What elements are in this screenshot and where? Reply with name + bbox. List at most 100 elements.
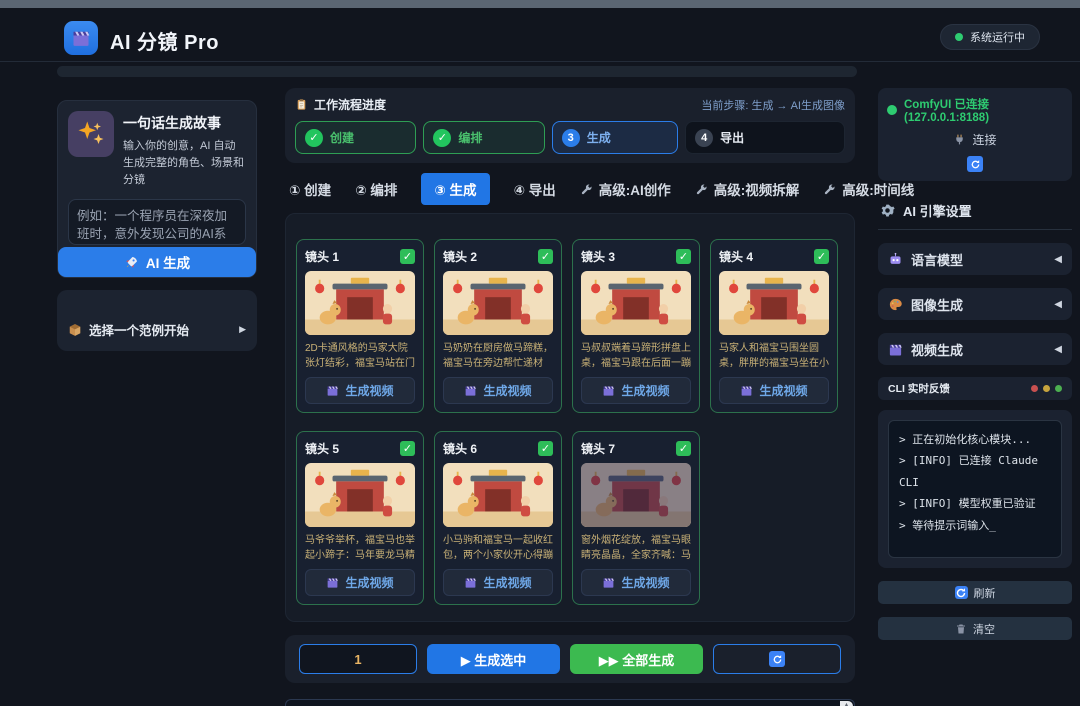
generate-video-button[interactable]: 生成视频 <box>305 377 415 404</box>
clapperboard-icon <box>326 576 339 589</box>
shot-title: 镜头 1 <box>305 248 339 265</box>
tab-create[interactable]: ① 创建 <box>289 179 331 199</box>
shot-thumbnail[interactable] <box>305 463 415 527</box>
generate-video-button[interactable]: 生成视频 <box>719 377 829 404</box>
terminal-line: > [INFO] 模型权重已验证 <box>899 493 1051 514</box>
shot-checkbox[interactable]: ✓ <box>400 441 415 456</box>
shot-thumbnail[interactable] <box>581 463 691 527</box>
shot-checkbox[interactable]: ✓ <box>538 249 553 264</box>
shot-thumbnail[interactable] <box>443 271 553 335</box>
shot-checkbox[interactable]: ✓ <box>400 249 415 264</box>
comfyui-status-text: ComfyUI 已连接 (127.0.0.1:8188) <box>904 96 1063 124</box>
clapperboard-icon <box>464 384 477 397</box>
shot-card-3: 镜头 3 ✓ 马叔叔端着马蹄形拼盘上桌，福宝马跟在后面一蹦一跳：... 生成视频 <box>572 239 700 413</box>
section-language-model[interactable]: 语言模型 ◀ <box>878 243 1072 275</box>
shots-panel: 镜头 1 ✓ 2D卡通风格的马家大院张灯结彩，福宝马站在门口迎客，... 生成视… <box>285 213 855 622</box>
shot-title: 镜头 4 <box>719 248 753 265</box>
workflow-title: 工作流程进度 <box>314 96 386 113</box>
shot-checkbox[interactable]: ✓ <box>538 441 553 456</box>
shot-card-2: 镜头 2 ✓ 马奶奶在厨房做马蹄糕，福宝马在旁边帮忙递材料，超级... 生成视频 <box>434 239 562 413</box>
workflow-step-generate[interactable]: 3 生成 <box>552 121 678 154</box>
shot-thumbnail[interactable] <box>719 271 829 335</box>
shot-thumbnail[interactable] <box>443 463 553 527</box>
wrench-icon <box>580 183 593 196</box>
header-divider <box>0 61 1080 62</box>
shot-description: 马叔叔端着马蹄形拼盘上桌，福宝马跟在后面一蹦一跳：... <box>581 341 691 371</box>
generate-video-button[interactable]: 生成视频 <box>581 569 691 596</box>
clipboard-icon <box>295 98 308 111</box>
window-top-strip <box>0 0 1080 8</box>
shot-checkbox[interactable]: ✓ <box>814 249 829 264</box>
step-label: 导出 <box>720 129 744 146</box>
choose-example-label: 选择一个范例开始 <box>89 320 189 339</box>
check-icon: ✓ <box>305 129 323 147</box>
section-video-generation[interactable]: 视频生成 ◀ <box>878 333 1072 365</box>
workflow-progress-panel: 工作流程进度 当前步骤: 生成 → AI生成图像 ✓ 创建 ✓ 编排 3 生成 <box>285 88 855 163</box>
wrench-icon <box>823 183 836 196</box>
connection-dot-icon <box>887 105 897 115</box>
app-logo <box>64 21 98 55</box>
generation-status-bar: ✓ 已生成 7/7 个镜头 ▲ ▼ <box>285 699 855 706</box>
tab-advanced-ai-create[interactable]: 高级:AI创作 <box>580 179 671 199</box>
engine-settings-header: AI 引擎设置 <box>878 194 1072 230</box>
section-image-generation[interactable]: 图像生成 ◀ <box>878 288 1072 320</box>
refresh-outline-button[interactable] <box>713 644 841 674</box>
shot-thumbnail[interactable] <box>581 271 691 335</box>
story-generator-card: 一句话生成故事 输入你的创意，AI 自动生成完整的角色、场景和分镜 AI 生成 <box>57 100 257 278</box>
shot-card-6: 镜头 6 ✓ 小马驹和福宝马一起收红包，两个小家伙开心得蹦蹦跳跳 生成视频 <box>434 431 562 605</box>
refresh-icon <box>970 159 981 170</box>
wrench-icon <box>695 183 708 196</box>
refresh-icon <box>769 651 785 667</box>
package-icon <box>68 323 82 337</box>
app-header: AI 分镜 Pro 系统运行中 <box>0 8 1080 61</box>
workflow-step-arrange[interactable]: ✓ 编排 <box>423 121 544 154</box>
sparkles-icon <box>76 119 106 149</box>
shot-description: 窗外烟花绽放，福宝马眼睛亮晶晶，全家齐喊：马年大吉! <box>581 533 691 563</box>
workflow-step-export[interactable]: 4 导出 <box>685 121 845 154</box>
choose-example-toggle[interactable]: 选择一个范例开始 ▶ <box>68 320 246 339</box>
cli-clear-button[interactable]: 清空 <box>878 617 1072 640</box>
generate-selected-button[interactable]: ▶ 生成选中 <box>427 644 560 674</box>
connect-button[interactable]: 连接 <box>887 131 1063 148</box>
sparkles-icon-badge <box>68 111 114 157</box>
clapperboard-icon <box>602 384 615 397</box>
shot-description: 小马驹和福宝马一起收红包，两个小家伙开心得蹦蹦跳跳 <box>443 533 553 563</box>
shot-title: 镜头 7 <box>581 440 615 457</box>
tab-arrange[interactable]: ② 编排 <box>355 179 397 199</box>
shots-grid: 镜头 1 ✓ 2D卡通风格的马家大院张灯结彩，福宝马站在门口迎客，... 生成视… <box>296 239 844 605</box>
workflow-step-create[interactable]: ✓ 创建 <box>295 121 416 154</box>
main-content: 工作流程进度 当前步骤: 生成 → AI生成图像 ✓ 创建 ✓ 编排 3 生成 <box>285 88 855 706</box>
shot-description: 马奶奶在厨房做马蹄糕，福宝马在旁边帮忙递材料，超级... <box>443 341 553 371</box>
collapse-arrow-icon: ◀ <box>1054 254 1062 265</box>
step-number: 3 <box>562 129 580 147</box>
tab-advanced-video-split[interactable]: 高级:视频拆解 <box>695 179 800 199</box>
shot-checkbox[interactable]: ✓ <box>676 441 691 456</box>
clapperboard-icon <box>888 342 903 357</box>
cli-refresh-button[interactable]: 刷新 <box>878 581 1072 604</box>
shot-checkbox[interactable]: ✓ <box>676 249 691 264</box>
generate-video-button[interactable]: 生成视频 <box>581 377 691 404</box>
scroll-up-icon[interactable]: ▲ <box>843 701 850 706</box>
palette-icon <box>888 297 903 312</box>
tab-export[interactable]: ④ 导出 <box>514 179 556 199</box>
generate-video-button[interactable]: 生成视频 <box>443 569 553 596</box>
generation-count-input[interactable] <box>299 644 417 674</box>
left-sidebar: 一句话生成故事 输入你的创意，AI 自动生成完整的角色、场景和分镜 AI 生成 … <box>57 100 257 351</box>
shot-title: 镜头 6 <box>443 440 477 457</box>
comfyui-refresh-button[interactable] <box>967 156 983 172</box>
generate-all-button[interactable]: ▶▶ 全部生成 <box>570 644 703 674</box>
expand-arrow-icon: ▶ <box>239 324 246 335</box>
status-scrollbar[interactable]: ▲ ▼ <box>840 701 853 706</box>
generate-video-button[interactable]: 生成视频 <box>305 569 415 596</box>
shot-thumbnail[interactable] <box>305 271 415 335</box>
generate-video-button[interactable]: 生成视频 <box>443 377 553 404</box>
system-status-badge: 系统运行中 <box>940 24 1040 50</box>
collapse-arrow-icon: ◀ <box>1054 299 1062 310</box>
shot-description: 马家人和福宝马围坐圆桌，胖胖的福宝马坐在小凳子上，... <box>719 341 829 371</box>
step-label: 创建 <box>330 129 354 146</box>
robot-icon <box>888 252 903 267</box>
tab-generate[interactable]: ③ 生成 <box>421 173 489 205</box>
ai-generate-label: AI 生成 <box>146 252 190 272</box>
story-idea-input[interactable] <box>68 199 246 245</box>
ai-generate-button[interactable]: AI 生成 <box>58 247 256 277</box>
